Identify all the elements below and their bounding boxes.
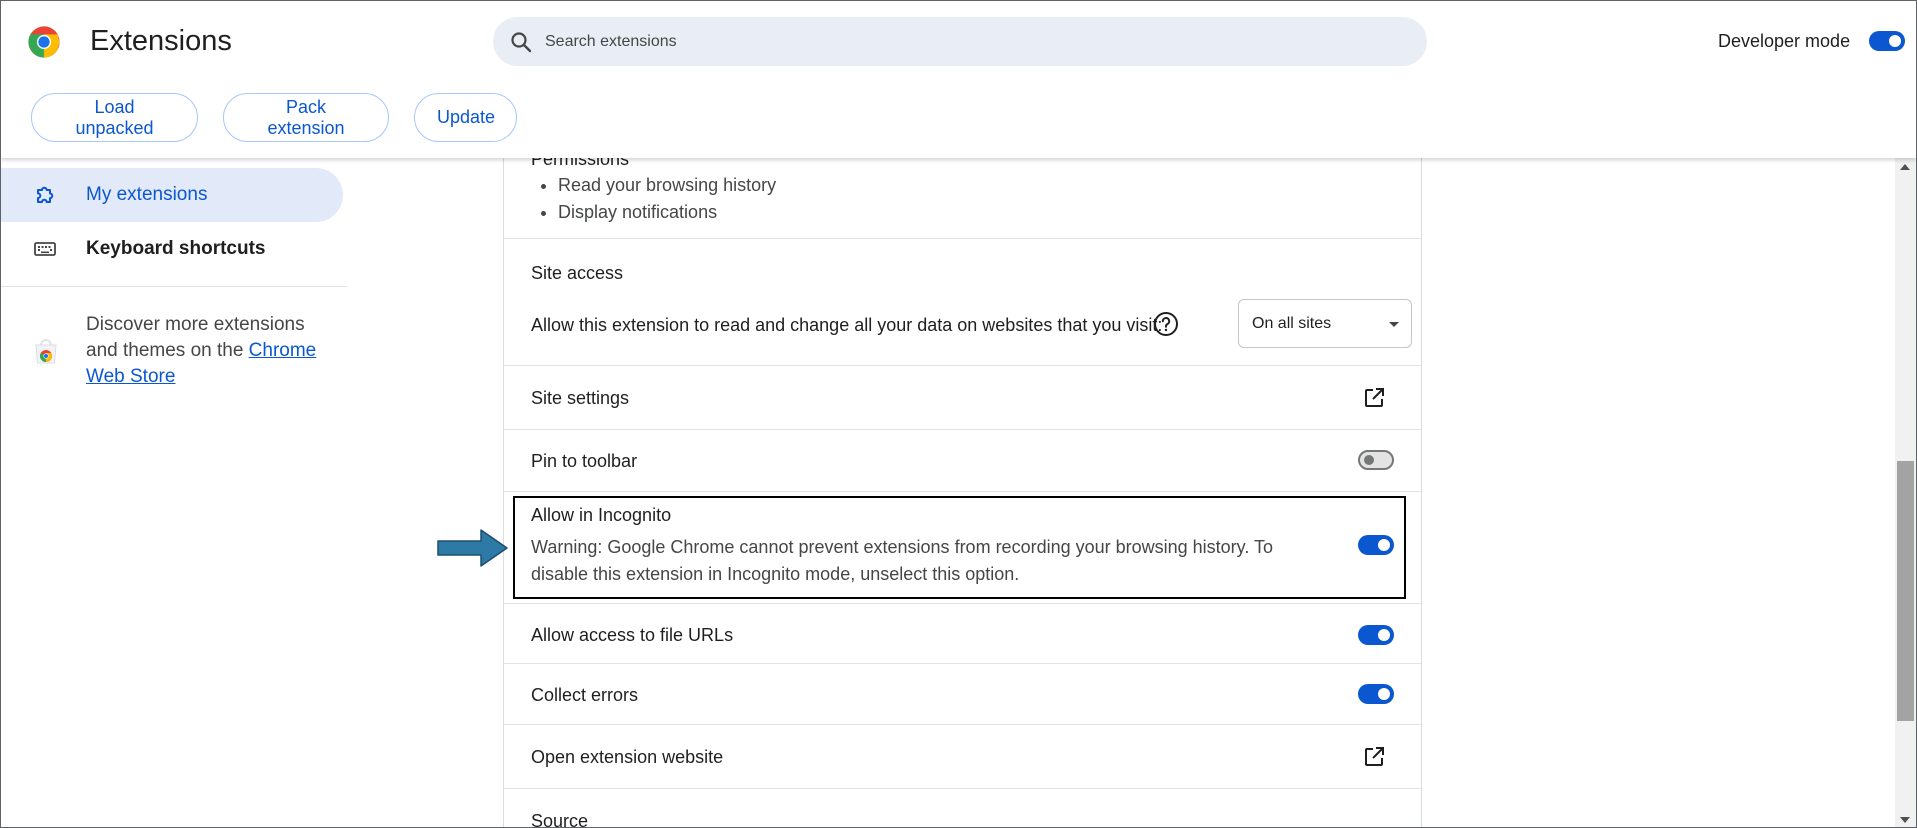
- help-icon[interactable]: [1153, 311, 1179, 337]
- search-input[interactable]: [545, 32, 1405, 51]
- search-icon: [511, 31, 532, 52]
- site-settings-label: Site settings: [531, 388, 630, 408]
- page-title: Extensions: [90, 25, 232, 57]
- sidebar-item-my-extensions[interactable]: My extensions: [1, 168, 343, 222]
- toolbar-header: Extensions Developer mode Load unpacked …: [1, 1, 1916, 158]
- puzzle-piece-icon: [37, 186, 54, 203]
- sidebar: My extensions Keyboard shortcuts Discove…: [1, 158, 347, 827]
- chrome-logo-icon: [28, 26, 60, 58]
- toggle-knob: [1378, 629, 1390, 641]
- site-access-description: Allow this extension to read and change …: [531, 315, 1163, 335]
- keyboard-icon: [34, 242, 56, 256]
- update-button[interactable]: Update: [414, 93, 517, 142]
- scroll-up-icon[interactable]: [1900, 164, 1910, 170]
- site-access-selected: On all sites: [1252, 314, 1332, 332]
- collect-errors-label: Collect errors: [531, 685, 639, 705]
- permissions-heading: Permissions: [531, 158, 630, 169]
- load-unpacked-button[interactable]: Load unpacked: [31, 93, 198, 142]
- discover-more-text: Discover more extensions and themes on t…: [86, 312, 326, 390]
- sidebar-item-label: My extensions: [86, 184, 208, 205]
- chevron-down-icon: [1389, 322, 1399, 327]
- toggle-knob: [1889, 35, 1901, 47]
- chrome-web-store-icon: [35, 339, 57, 364]
- sidebar-item-keyboard-shortcuts[interactable]: Keyboard shortcuts: [1, 222, 343, 276]
- sidebar-item-label: Keyboard shortcuts: [86, 238, 266, 259]
- permissions-section: Permissions Read your browsing history D…: [504, 158, 1421, 239]
- pin-to-toolbar-label: Pin to toolbar: [531, 451, 638, 471]
- toggle-knob: [1378, 688, 1390, 700]
- pack-extension-button[interactable]: Pack extension: [223, 93, 389, 142]
- sidebar-divider: [1, 286, 347, 287]
- file-urls-toggle[interactable]: [1358, 625, 1394, 645]
- open-website-label: Open extension website: [531, 747, 724, 767]
- site-settings-row[interactable]: Site settings: [504, 366, 1421, 430]
- search-bar[interactable]: [493, 17, 1427, 66]
- developer-mode-label: Developer mode: [1718, 31, 1851, 51]
- site-access-heading: Site access: [531, 263, 624, 283]
- file-urls-row: Allow access to file URLs: [504, 603, 1421, 664]
- open-in-new-icon[interactable]: [1362, 386, 1386, 410]
- pin-to-toolbar-row: Pin to toolbar: [504, 430, 1421, 492]
- collect-errors-row: Collect errors: [504, 664, 1421, 725]
- list-item: Display notifications: [558, 199, 776, 226]
- scrollbar[interactable]: [1895, 158, 1916, 827]
- file-urls-label: Allow access to file URLs: [531, 625, 734, 645]
- open-website-row[interactable]: Open extension website: [504, 725, 1421, 789]
- toggle-knob: [1364, 455, 1374, 465]
- source-heading: Source: [531, 811, 589, 828]
- annotation-arrow-icon: [437, 529, 508, 567]
- highlight-box: [513, 496, 1406, 599]
- permissions-list: Read your browsing history Display notif…: [558, 172, 776, 226]
- open-in-new-icon[interactable]: [1362, 745, 1386, 769]
- pin-to-toolbar-toggle[interactable]: [1358, 450, 1394, 470]
- collect-errors-toggle[interactable]: [1358, 684, 1394, 704]
- site-access-dropdown[interactable]: On all sites: [1238, 299, 1412, 348]
- scrollbar-thumb[interactable]: [1897, 461, 1914, 721]
- developer-mode-toggle[interactable]: [1869, 31, 1905, 51]
- list-item: Read your browsing history: [558, 172, 776, 199]
- extension-details-card: Permissions Read your browsing history D…: [503, 158, 1422, 828]
- source-section: Source: [504, 789, 1421, 828]
- scroll-down-icon[interactable]: [1900, 817, 1910, 823]
- window-frame: Extensions Developer mode Load unpacked …: [0, 0, 1917, 828]
